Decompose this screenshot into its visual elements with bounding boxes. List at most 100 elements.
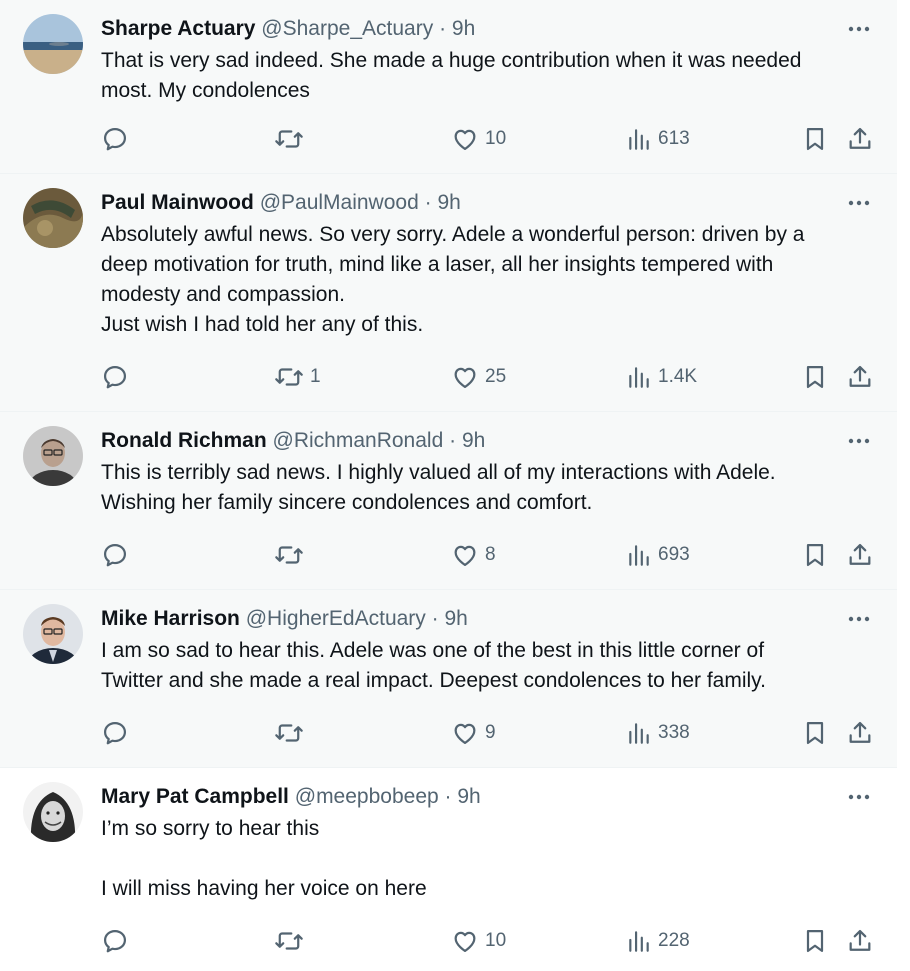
tweet-header: Sharpe Actuary @Sharpe_Actuary · 9h	[101, 14, 475, 44]
user-handle[interactable]: @PaulMainwood	[260, 191, 419, 214]
like-button[interactable]: 10	[451, 122, 506, 156]
tweet-line: deep motivation for truth, mind like a l…	[101, 253, 774, 276]
reply-button[interactable]	[101, 924, 135, 958]
tweet-header: Mike Harrison @HigherEdActuary · 9h	[101, 604, 468, 634]
tweet-line: Absolutely awful news. So very sorry. Ad…	[101, 223, 805, 246]
tweet[interactable]: Mike Harrison @HigherEdActuary · 9h I am…	[0, 590, 897, 768]
tweet-text: That is very sad indeed. She made a huge…	[101, 46, 881, 106]
like-button[interactable]: 25	[451, 360, 506, 394]
avatar[interactable]	[23, 604, 83, 664]
reply-button[interactable]	[101, 122, 135, 156]
tweet[interactable]: Ronald Richman @RichmanRonald · 9h This …	[0, 412, 897, 590]
share-button[interactable]	[846, 924, 874, 958]
bookmark-button[interactable]	[801, 360, 829, 394]
more-icon[interactable]	[847, 20, 871, 38]
separator: ·	[431, 607, 439, 630]
display-name[interactable]: Mike Harrison	[101, 607, 240, 630]
views-icon	[626, 720, 652, 746]
like-button[interactable]: 10	[451, 924, 506, 958]
views-button[interactable]: 613	[626, 122, 690, 156]
bookmark-button[interactable]	[801, 924, 829, 958]
share-button[interactable]	[846, 538, 874, 572]
heart-icon	[451, 719, 479, 747]
retweet-icon	[274, 541, 304, 569]
retweet-button[interactable]	[274, 716, 310, 750]
action-bar: 8 693	[101, 538, 881, 572]
avatar[interactable]	[23, 188, 83, 248]
timestamp[interactable]: 9h	[462, 429, 485, 452]
like-count: 10	[485, 128, 507, 149]
more-icon[interactable]	[847, 194, 871, 212]
share-button[interactable]	[846, 122, 874, 156]
more-icon[interactable]	[847, 432, 871, 450]
display-name[interactable]: Sharpe Actuary	[101, 17, 255, 40]
separator: ·	[439, 17, 447, 40]
views-icon	[626, 542, 652, 568]
reply-feed: Sharpe Actuary @Sharpe_Actuary · 9h That…	[0, 0, 897, 971]
timestamp[interactable]: 9h	[444, 607, 467, 630]
reply-button[interactable]	[101, 360, 135, 394]
tweet[interactable]: Mary Pat Campbell @meepbobeep · 9h I’m s…	[0, 768, 897, 971]
tweet-header: Paul Mainwood @PaulMainwood · 9h	[101, 188, 461, 218]
tweet[interactable]: Sharpe Actuary @Sharpe_Actuary · 9h That…	[0, 0, 897, 174]
reply-icon	[101, 125, 129, 153]
timestamp[interactable]: 9h	[452, 17, 475, 40]
share-button[interactable]	[846, 360, 874, 394]
bookmark-icon	[801, 927, 829, 955]
avatar[interactable]	[23, 14, 83, 74]
tweet[interactable]: Paul Mainwood @PaulMainwood · 9h Absolut…	[0, 174, 897, 412]
separator: ·	[444, 785, 452, 808]
display-name[interactable]: Mary Pat Campbell	[101, 785, 289, 808]
share-button[interactable]	[846, 716, 874, 750]
reply-button[interactable]	[101, 538, 135, 572]
bookmark-icon	[801, 125, 829, 153]
like-button[interactable]: 9	[451, 716, 496, 750]
reply-button[interactable]	[101, 716, 135, 750]
display-name[interactable]: Ronald Richman	[101, 429, 267, 452]
user-handle[interactable]: @HigherEdActuary	[246, 607, 426, 630]
avatar[interactable]	[23, 426, 83, 486]
action-bar: 9 338	[101, 716, 881, 750]
user-handle[interactable]: @meepbobeep	[295, 785, 439, 808]
user-handle[interactable]: @RichmanRonald	[273, 429, 444, 452]
more-icon[interactable]	[847, 788, 871, 806]
bookmark-button[interactable]	[801, 538, 829, 572]
display-name[interactable]: Paul Mainwood	[101, 191, 254, 214]
views-button[interactable]: 338	[626, 716, 690, 750]
tweet-text: I’m so sorry to hear this I will miss ha…	[101, 814, 881, 904]
user-handle[interactable]: @Sharpe_Actuary	[261, 17, 433, 40]
share-icon	[846, 125, 874, 153]
views-button[interactable]: 693	[626, 538, 690, 572]
tweet-line: I will miss having her voice on here	[101, 877, 427, 900]
reply-icon	[101, 927, 129, 955]
bookmark-icon	[801, 541, 829, 569]
views-button[interactable]: 1.4K	[626, 360, 697, 394]
retweet-button[interactable]	[274, 538, 310, 572]
retweet-icon	[274, 927, 304, 955]
views-icon	[626, 928, 652, 954]
tweet-line: I’m so sorry to hear this	[101, 817, 320, 840]
bookmark-button[interactable]	[801, 122, 829, 156]
retweet-button[interactable]: 1	[274, 360, 321, 394]
heart-icon	[451, 125, 479, 153]
tweet-text: I am so sad to hear this. Adele was one …	[101, 636, 881, 696]
retweet-icon	[274, 125, 304, 153]
tweet-line: most. My condolences	[101, 79, 310, 102]
views-icon	[626, 126, 652, 152]
separator: ·	[424, 191, 432, 214]
views-button[interactable]: 228	[626, 924, 690, 958]
action-bar: 10 613	[101, 122, 881, 156]
retweet-icon	[274, 719, 304, 747]
timestamp[interactable]: 9h	[437, 191, 460, 214]
avatar[interactable]	[23, 782, 83, 842]
like-button[interactable]: 8	[451, 538, 496, 572]
action-bar: 10 228	[101, 924, 881, 958]
bookmark-icon	[801, 363, 829, 391]
tweet-line: modesty and compassion.	[101, 283, 345, 306]
timestamp[interactable]: 9h	[457, 785, 480, 808]
retweet-button[interactable]	[274, 924, 310, 958]
bookmark-button[interactable]	[801, 716, 829, 750]
more-icon[interactable]	[847, 610, 871, 628]
retweet-button[interactable]	[274, 122, 310, 156]
tweet-text: This is terribly sad news. I highly valu…	[101, 458, 881, 518]
